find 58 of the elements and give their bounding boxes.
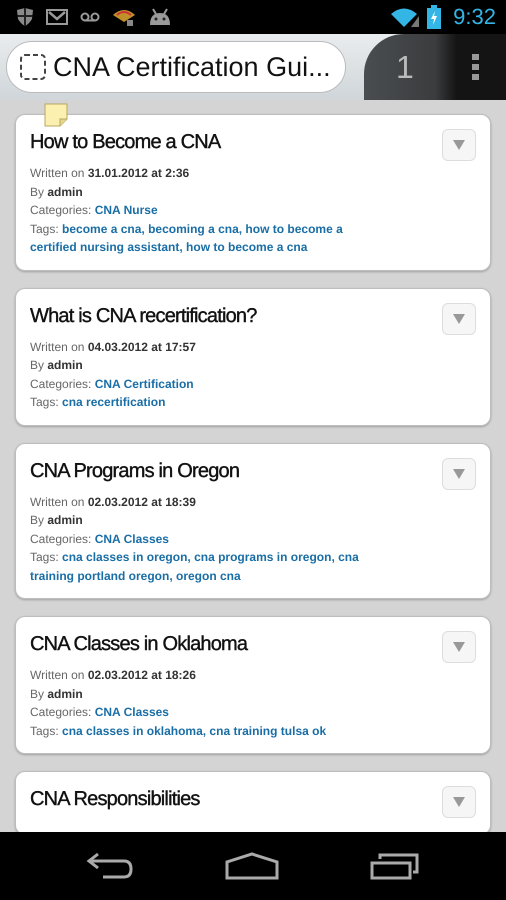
by-label: By xyxy=(30,184,44,198)
battery-icon xyxy=(427,5,442,29)
post-author: admin xyxy=(47,686,83,700)
by-label: By xyxy=(30,686,44,700)
categories-label: Categories: xyxy=(30,376,92,390)
written-label: Written on xyxy=(30,340,84,354)
recent-apps-icon[interactable] xyxy=(370,852,420,880)
tabs-button[interactable]: 1 xyxy=(390,48,420,86)
post-title[interactable]: CNA Programs in Oregon xyxy=(30,460,240,482)
written-label: Written on xyxy=(30,668,84,682)
post-date: 02.03.2012 at 18:39 xyxy=(88,494,196,508)
categories-label: Categories: xyxy=(30,203,92,217)
caret-icon xyxy=(453,140,465,150)
post-tags: Tags: cna classes in oregon, cna programs in oregon, cna training portland oregon, oregon cna xyxy=(30,548,360,585)
overflow-menu-icon[interactable] xyxy=(472,53,480,81)
category-link[interactable]: CNA Classes xyxy=(94,705,169,719)
post-tags: Tags: become a cna, becoming a cna, how to become a certified nursing assistant, how to become a cna xyxy=(30,220,360,256)
caret-icon xyxy=(453,642,465,652)
post-title[interactable]: CNA Responsibilities xyxy=(30,788,200,811)
post-author: admin xyxy=(47,513,83,527)
post-menu-button[interactable] xyxy=(442,129,476,161)
written-label: Written on xyxy=(30,166,84,180)
category-link[interactable]: CNA Nurse xyxy=(94,203,158,217)
post-menu-button[interactable] xyxy=(442,631,476,663)
post-date: 04.03.2012 at 17:57 xyxy=(88,340,196,354)
post-author: admin xyxy=(47,358,83,372)
post-title[interactable]: CNA Classes in Oklahoma xyxy=(30,633,248,656)
category-link[interactable]: CNA Classes xyxy=(94,532,169,546)
post-date: 31.01.2012 at 2:36 xyxy=(88,166,190,180)
favicon-placeholder-icon xyxy=(19,53,47,81)
caret-icon xyxy=(453,468,465,478)
written-label: Written on xyxy=(30,494,84,508)
by-label: By xyxy=(30,358,44,372)
categories-label: Categories: xyxy=(30,532,92,546)
android-icon xyxy=(148,8,172,26)
post-tags: Tags: cna classes in oklahoma, cna training tulsa ok xyxy=(30,722,360,740)
post-author: admin xyxy=(47,184,83,198)
post-title[interactable]: What is CNA recertification? xyxy=(30,304,257,328)
voicemail-icon xyxy=(80,11,100,23)
by-label: By xyxy=(30,513,44,527)
post-date: 02.03.2012 at 18:26 xyxy=(88,668,196,682)
post-menu-button[interactable] xyxy=(442,302,476,334)
post-title[interactable]: How to Become a CNA xyxy=(30,131,220,154)
caret-icon xyxy=(453,797,465,807)
page-title: CNA Certification Gui... xyxy=(53,52,331,82)
clock-time: 9:32 xyxy=(453,4,496,30)
category-link[interactable]: CNA Certification xyxy=(94,376,194,390)
caret-icon xyxy=(453,314,465,324)
back-icon[interactable] xyxy=(86,852,134,880)
categories-label: Categories: xyxy=(30,705,92,719)
wifi-icon xyxy=(389,6,420,28)
post-menu-button[interactable] xyxy=(442,458,476,490)
shield-icon xyxy=(16,7,34,27)
post-menu-button[interactable] xyxy=(442,786,476,818)
address-bar[interactable]: CNA Certification Gui... xyxy=(6,41,346,93)
mail-icon xyxy=(46,8,68,26)
home-icon[interactable] xyxy=(224,852,279,880)
post-tags: Tags: cna recertification xyxy=(30,393,360,412)
